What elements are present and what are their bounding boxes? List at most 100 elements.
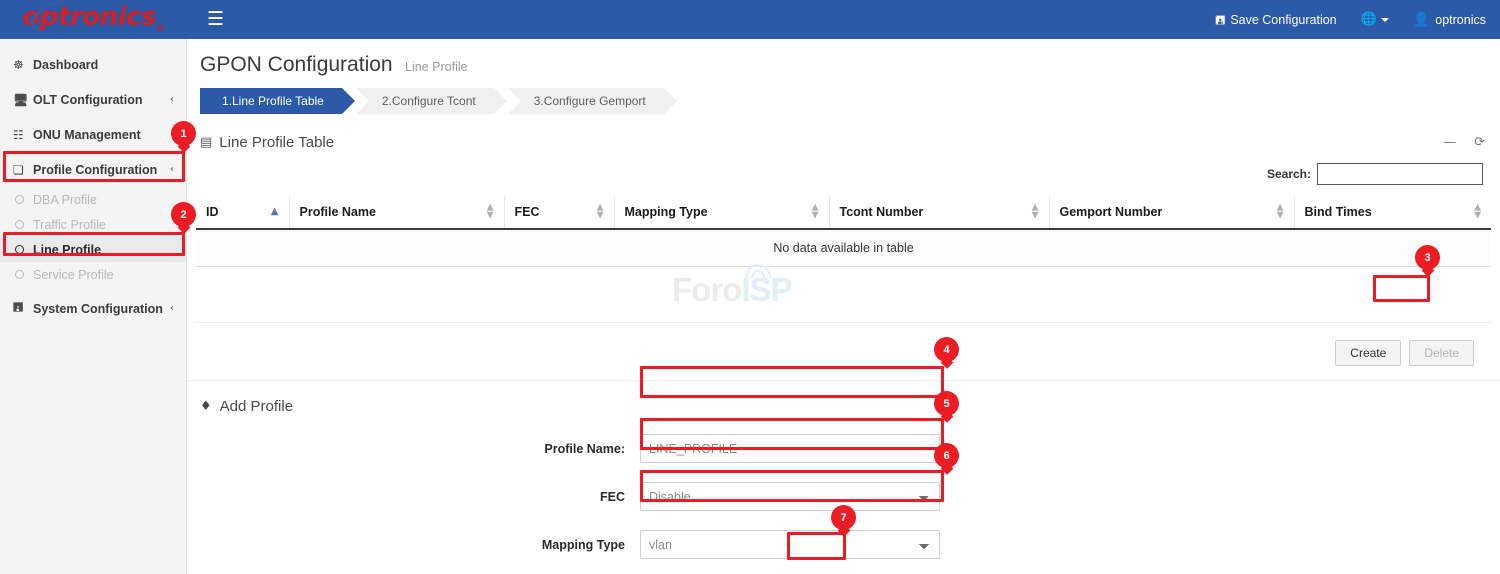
sidebar-subitem-service-profile[interactable]: Service Profile xyxy=(0,262,186,287)
sidebar-subitem-label: Service Profile xyxy=(33,268,114,282)
column-header-profile-name[interactable]: Profile Name ▲▼ xyxy=(289,196,504,229)
column-label: Profile Name xyxy=(300,205,376,219)
column-header-fec[interactable]: FEC ▲▼ xyxy=(504,196,614,229)
column-label: Mapping Type xyxy=(625,205,708,219)
sort-icon: ▲▼ xyxy=(1474,204,1481,219)
foroisp-watermark: ForoISP xyxy=(672,271,792,309)
watermark-zone: ForoISP xyxy=(196,267,1491,323)
sort-icon: ▲▼ xyxy=(812,204,819,219)
profile-name-input[interactable] xyxy=(640,434,940,463)
sidebar-subitem-traffic-profile[interactable]: Traffic Profile xyxy=(0,212,186,237)
wizard-step-1[interactable]: 1.Line Profile Table xyxy=(200,88,342,114)
annotation-badge-5: 5 xyxy=(934,391,959,416)
sidebar-subitem-label: Line Profile xyxy=(33,243,101,257)
sidebar-item-label: ONU Management xyxy=(33,128,141,142)
sort-icon: ▲▼ xyxy=(1032,204,1039,219)
sidebar-navigation: ☸ Dashboard 🖥 OLT Configuration ‹ ☷ ONU … xyxy=(0,39,187,574)
chevron-left-icon: ‹ xyxy=(170,164,174,175)
column-header-mapping-type[interactable]: Mapping Type ▲▼ xyxy=(614,196,829,229)
search-label: Search: xyxy=(1267,167,1311,181)
table-empty-row: No data available in table xyxy=(196,229,1491,267)
column-header-gemport-number[interactable]: Gemport Number ▲▼ xyxy=(1049,196,1294,229)
save-configuration-label: Save Configuration xyxy=(1230,13,1336,27)
menu-toggle-icon[interactable]: ☰ xyxy=(199,6,232,33)
disk-icon: 🖪 xyxy=(13,298,33,319)
sidebar-subitem-label: DBA Profile xyxy=(33,193,97,207)
sidebar-item-label: OLT Configuration xyxy=(33,93,142,107)
user-icon: 👤 xyxy=(1413,13,1430,27)
sidebar-item-label: Dashboard xyxy=(33,58,98,72)
radio-circle-icon xyxy=(15,245,24,254)
column-label: FEC xyxy=(515,205,540,219)
column-label: Bind Times xyxy=(1305,205,1372,219)
page-subtitle: Line Profile xyxy=(405,60,468,74)
sort-icon: ▲▼ xyxy=(1277,204,1284,219)
wizard-step-3[interactable]: 3.Configure Gemport xyxy=(508,88,664,114)
optronics-logo: optronics® xyxy=(23,4,165,34)
line-profile-table: ID ▲ Profile Name ▲▼ FEC ▲▼ Mapping Ty xyxy=(196,196,1491,267)
wizard-step-2[interactable]: 2.Configure Tcont xyxy=(356,88,494,114)
column-header-bind-times[interactable]: Bind Times ▲▼ xyxy=(1294,196,1491,229)
panel-tools: — ⟳ xyxy=(1443,135,1485,150)
wizard-step-label: 2.Configure Tcont xyxy=(382,94,476,108)
column-label: Tcont Number xyxy=(840,205,924,219)
fec-label: FEC xyxy=(187,490,640,504)
save-icon: 🖪 xyxy=(1215,14,1225,26)
sidebar-subitem-label: Traffic Profile xyxy=(33,218,106,232)
column-label: Gemport Number xyxy=(1060,205,1163,219)
dashboard-icon: ☸ xyxy=(13,58,33,72)
main-content-area: GPON Configuration Line Profile 1.Line P… xyxy=(187,39,1500,574)
minimize-icon[interactable]: — xyxy=(1443,135,1456,150)
mapping-type-label: Mapping Type xyxy=(187,538,640,552)
line-profile-table-wrapper: ID ▲ Profile Name ▲▼ FEC ▲▼ Mapping Ty xyxy=(196,196,1491,366)
chevron-left-icon: ‹ xyxy=(170,94,174,105)
wizard-steps: 1.Line Profile Table 2.Configure Tcont 3… xyxy=(200,88,1278,114)
annotation-badge-6: 6 xyxy=(934,443,959,468)
sidebar-item-dashboard[interactable]: ☸ Dashboard xyxy=(0,47,186,82)
chevron-down-icon xyxy=(1381,18,1389,22)
column-header-tcont-number[interactable]: Tcont Number ▲▼ xyxy=(829,196,1049,229)
sidebar-subitem-line-profile[interactable]: Line Profile xyxy=(0,237,186,262)
section-divider xyxy=(187,380,1500,381)
form-row-profile-name: Profile Name: xyxy=(187,434,1500,463)
mapping-type-select[interactable]: vlan xyxy=(640,530,940,559)
sidebar-item-olt-configuration[interactable]: 🖥 OLT Configuration ‹ xyxy=(0,82,186,117)
radio-circle-icon xyxy=(15,270,24,279)
add-profile-title: Add Profile xyxy=(220,398,293,415)
add-profile-icon: ♦ xyxy=(200,399,212,414)
top-navigation-bar: optronics® ☰ 🖪 Save Configuration 🌐 👤 op… xyxy=(0,0,1500,39)
panel-title-label: Line Profile Table xyxy=(219,134,334,151)
column-label: ID xyxy=(206,205,219,219)
annotation-badge-4: 4 xyxy=(934,337,959,362)
save-configuration-button[interactable]: 🖪 Save Configuration xyxy=(1201,0,1351,39)
sitemap-icon: ☷ xyxy=(13,128,33,142)
table-empty-message: No data available in table xyxy=(196,229,1491,267)
panel-header: ▤ Line Profile Table — ⟳ xyxy=(200,134,1485,151)
search-row: Search: xyxy=(187,163,1483,185)
sidebar-item-label: System Configuration xyxy=(33,302,163,316)
chevron-left-icon: ‹ xyxy=(170,303,174,314)
sidebar-item-profile-configuration[interactable]: ❏ Profile Configuration ‹ xyxy=(0,152,186,187)
monitor-icon: 🖥 xyxy=(13,93,33,107)
logo-text: optronics xyxy=(23,2,156,32)
sort-icon: ▲▼ xyxy=(597,204,604,219)
sidebar-subitem-dba-profile[interactable]: DBA Profile xyxy=(0,187,186,212)
brand-logo-area[interactable]: optronics® xyxy=(0,0,187,39)
annotation-badge-7: 7 xyxy=(831,505,856,530)
column-header-id[interactable]: ID ▲ xyxy=(196,196,289,229)
refresh-icon[interactable]: ⟳ xyxy=(1474,135,1485,150)
fec-select[interactable]: Disable xyxy=(640,482,940,511)
language-selector[interactable]: 🌐 xyxy=(1351,0,1399,39)
add-profile-header: ♦ Add Profile xyxy=(200,398,1500,415)
annotation-badge-3: 3 xyxy=(1415,245,1440,270)
username-label: optronics xyxy=(1435,13,1486,27)
radio-circle-icon xyxy=(15,220,24,229)
sidebar-item-onu-management[interactable]: ☷ ONU Management ‹ xyxy=(0,117,186,152)
sidebar-item-system-configuration[interactable]: 🖪 System Configuration ‹ xyxy=(0,291,186,326)
page-header: GPON Configuration Line Profile xyxy=(187,39,1500,77)
annotation-badge-1: 1 xyxy=(171,121,196,146)
search-input[interactable] xyxy=(1317,163,1483,185)
create-button[interactable]: Create xyxy=(1335,340,1401,366)
user-menu[interactable]: 👤 optronics xyxy=(1399,0,1500,39)
top-bar-right-group: 🖪 Save Configuration 🌐 👤 optronics xyxy=(1201,0,1500,39)
